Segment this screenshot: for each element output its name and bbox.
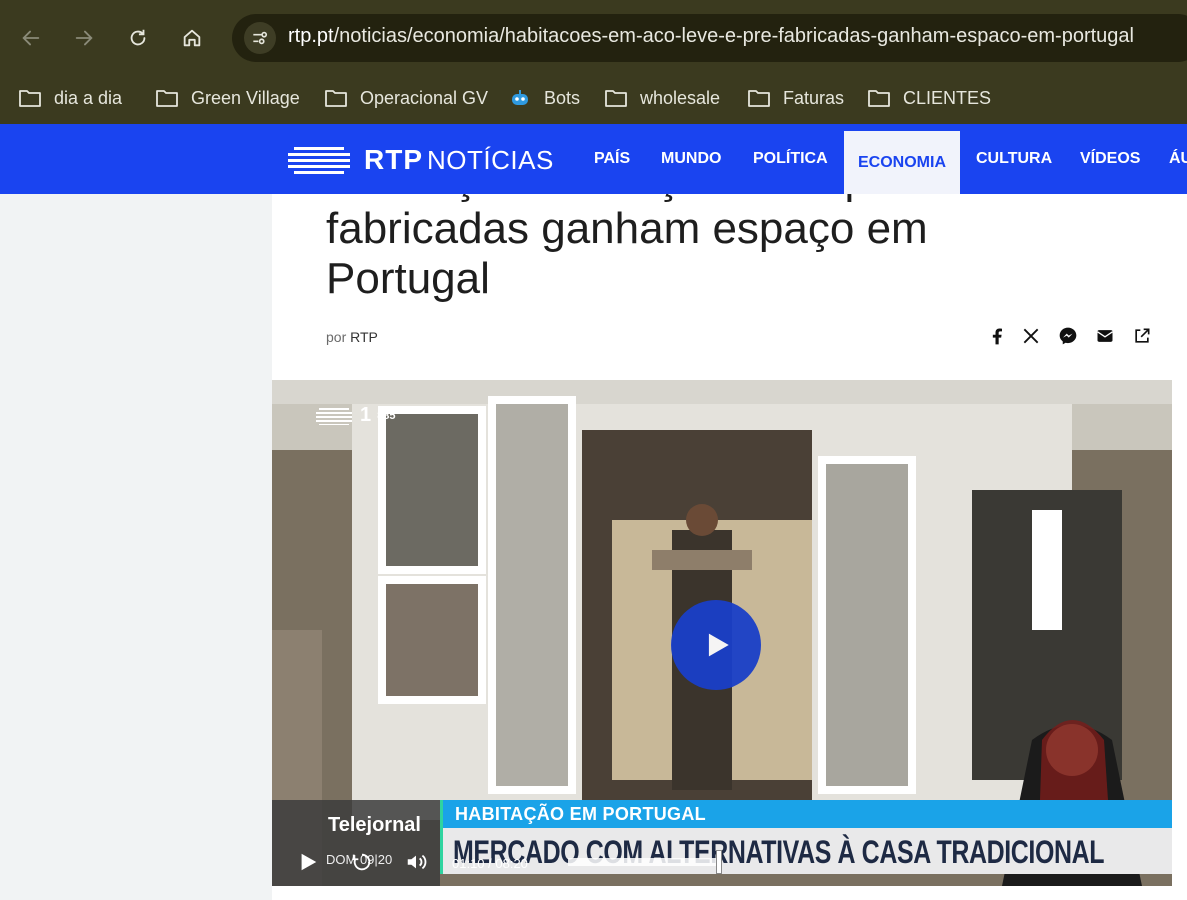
bookmarks-bar: dia a dia Green Village Operacional GV B…	[0, 76, 1187, 124]
home-button[interactable]	[176, 22, 208, 54]
menu-mundo[interactable]: MUNDO	[661, 124, 721, 194]
menu-economia[interactable]: ECONOMIA	[844, 131, 960, 194]
url-path: /noticias/economia/habitacoes-em-aco-lev…	[333, 25, 1134, 47]
bookmark-label: Green Village	[191, 87, 300, 108]
play-icon	[708, 633, 729, 657]
bookmark-bots[interactable]: Bots	[508, 82, 580, 114]
volume-icon	[407, 854, 427, 870]
show-name: Telejornal	[328, 814, 421, 836]
article-headline: Habitações em aço leve e pré- fabricadas…	[326, 194, 1026, 304]
share-x-button[interactable]	[1019, 324, 1043, 348]
folder-icon	[868, 90, 890, 107]
facebook-icon	[992, 328, 1002, 345]
logo-rtp-text: RTP	[364, 144, 423, 175]
bookmark-label: Bots	[544, 87, 581, 108]
time-display: 01:10 / 08:20	[452, 856, 528, 871]
channel-badge: 1 885	[316, 404, 395, 427]
bookmark-faturas[interactable]: Faturas	[747, 82, 844, 114]
reload-icon	[130, 29, 146, 46]
bookmark-label: dia a dia	[54, 87, 123, 108]
menu-audio[interactable]: ÁU	[1169, 124, 1187, 194]
share-facebook-button[interactable]	[985, 324, 1009, 348]
menu-politica[interactable]: POLÍTICA	[753, 124, 828, 194]
play-button[interactable]	[294, 848, 322, 876]
bookmark-green-village[interactable]: Green Village	[155, 82, 300, 114]
progress-handle[interactable]	[716, 850, 722, 874]
x-icon	[1023, 328, 1039, 344]
share-more-button[interactable]	[1130, 324, 1154, 348]
left-gutter	[0, 194, 272, 900]
rtp-lines-icon	[316, 407, 352, 425]
browser-toolbar: rtp.pt/noticias/economia/habitacoes-em-a…	[0, 0, 1187, 76]
back-button[interactable]	[15, 22, 47, 54]
share-messenger-button[interactable]	[1056, 324, 1080, 348]
byline-prefix: por	[326, 329, 347, 345]
bookmark-label: CLIENTES	[903, 87, 992, 108]
article: Habitações em aço leve e pré- fabricadas…	[272, 194, 1187, 900]
channel-number: 1	[360, 404, 372, 426]
url-text[interactable]: rtp.pt/noticias/economia/habitacoes-em-a…	[288, 25, 1134, 48]
arrow-left-icon	[22, 30, 40, 46]
headline-line-2: fabricadas ganham espaço em	[326, 204, 928, 253]
byline-author[interactable]: RTP	[350, 329, 378, 345]
site-header: RTP NOTÍCIAS PAÍS MUNDO POLÍTICA ECONOMI…	[0, 124, 1187, 194]
headline-line-3: Portugal	[326, 254, 490, 303]
bookmark-clientes[interactable]: CLIENTES	[867, 82, 991, 114]
site-info-button[interactable]	[244, 22, 276, 54]
menu-cultura[interactable]: CULTURA	[976, 124, 1052, 194]
url-host: rtp.pt	[288, 25, 334, 47]
arrow-right-icon	[75, 30, 93, 46]
bookmark-label: Faturas	[783, 87, 845, 108]
folder-icon	[605, 90, 627, 107]
messenger-icon	[1059, 327, 1077, 345]
volume-button[interactable]	[402, 848, 430, 876]
bookmark-wholesale[interactable]: wholesale	[604, 82, 720, 114]
video-player[interactable]: 1 885 Telejornal DOM 09|20 HABITAÇÃO EM …	[272, 380, 1172, 886]
channel-code: 885	[377, 409, 396, 422]
rewind-button[interactable]	[348, 848, 376, 876]
home-icon	[183, 29, 201, 47]
video-controls: 01:10 / 08:20	[272, 842, 1172, 886]
menu-pais[interactable]: PAÍS	[594, 124, 630, 194]
byline: por RTP	[326, 329, 378, 345]
email-icon	[1097, 330, 1113, 342]
reload-button[interactable]	[122, 22, 154, 54]
bookmark-label: Operacional GV	[360, 87, 489, 108]
address-bar[interactable]: rtp.pt/noticias/economia/habitacoes-em-a…	[232, 14, 1187, 62]
bookmark-label: wholesale	[640, 87, 721, 108]
topic-text: HABITAÇÃO EM PORTUGAL	[455, 804, 706, 824]
play-overlay-button[interactable]	[671, 600, 761, 690]
logo-noticias-text: NOTÍCIAS	[427, 144, 554, 175]
folder-icon	[748, 90, 770, 107]
tune-icon	[253, 31, 268, 45]
rtp-logo[interactable]: RTP NOTÍCIAS	[288, 144, 554, 176]
folder-icon	[19, 90, 41, 107]
share-icon	[1135, 328, 1150, 343]
progress-bar[interactable]	[568, 858, 718, 866]
robot-icon	[512, 90, 528, 105]
rewind-10-icon	[352, 853, 371, 871]
play-icon	[301, 853, 317, 871]
folder-icon	[325, 90, 347, 107]
headline-line-1: Habitações em aço leve e pré-	[326, 194, 1026, 204]
topic-band: HABITAÇÃO EM PORTUGAL	[440, 800, 1172, 828]
share-email-button[interactable]	[1093, 324, 1117, 348]
menu-videos[interactable]: VÍDEOS	[1080, 124, 1140, 194]
bookmark-operacional-gv[interactable]: Operacional GV	[324, 82, 488, 114]
bookmark-dia-a-dia[interactable]: dia a dia	[18, 82, 122, 114]
forward-button[interactable]	[68, 22, 100, 54]
rtp-lines-icon	[288, 147, 350, 174]
folder-icon	[156, 90, 178, 107]
